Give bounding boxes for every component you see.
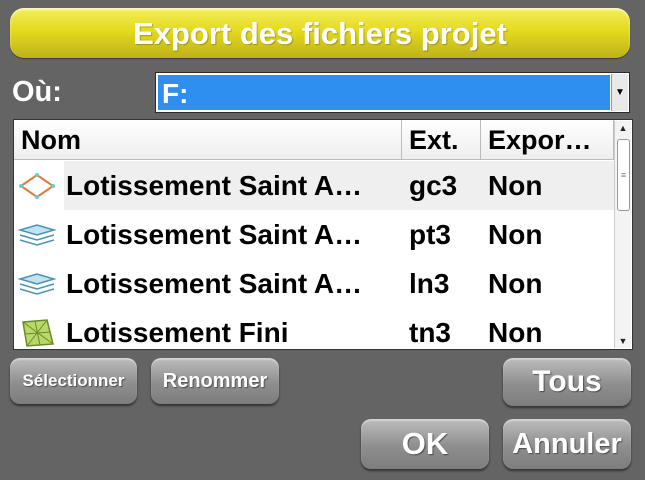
- where-selected-value: F:: [158, 75, 610, 110]
- file-list[interactable]: Nom Ext. Expor… Lotissement Saint A… gc3…: [13, 119, 633, 350]
- file-extension: ln3: [409, 268, 450, 299]
- column-header-export[interactable]: Expor…: [481, 120, 614, 160]
- ok-button[interactable]: OK: [361, 419, 489, 469]
- scroll-up-icon[interactable]: ▲: [615, 121, 631, 135]
- file-extension: pt3: [409, 219, 451, 250]
- select-button[interactable]: Sélectionner: [10, 358, 137, 404]
- list-row[interactable]: Lotissement Saint A… pt3 Non: [14, 210, 614, 259]
- file-export-status: Non: [488, 317, 543, 348]
- diamond-outline-icon: [19, 173, 55, 199]
- file-extension: tn3: [409, 317, 451, 348]
- where-label: Où:: [12, 76, 62, 108]
- column-header-ext[interactable]: Ext.: [402, 120, 481, 160]
- rename-button[interactable]: Renommer: [151, 358, 279, 404]
- list-row[interactable]: Lotissement Saint A… ln3 Non: [14, 259, 614, 308]
- where-dropdown[interactable]: F: ▼: [155, 72, 630, 113]
- file-export-status: Non: [481, 161, 614, 210]
- file-name: Lotissement Saint A…: [64, 161, 402, 210]
- terrain-mesh-icon: [22, 319, 54, 347]
- list-header: Nom Ext. Expor…: [14, 120, 614, 160]
- file-name: Lotissement Saint A…: [66, 268, 363, 299]
- layers-icon: [17, 273, 57, 295]
- file-export-status: Non: [488, 219, 543, 250]
- scroll-down-icon[interactable]: ▼: [615, 334, 631, 348]
- layers-icon: [17, 224, 57, 246]
- file-export-status: Non: [488, 268, 543, 299]
- column-header-name[interactable]: Nom: [14, 120, 402, 160]
- scroll-thumb[interactable]: ≡: [617, 139, 630, 211]
- list-row[interactable]: Lotissement Fini tn3 Non: [14, 308, 614, 349]
- file-name: Lotissement Saint A…: [66, 219, 363, 250]
- dropdown-arrow-icon[interactable]: ▼: [611, 74, 628, 111]
- file-name: Lotissement Fini: [66, 317, 289, 348]
- dialog-title: Export des fichiers projet: [10, 8, 630, 58]
- list-row[interactable]: Lotissement Saint A… gc3 Non: [14, 161, 614, 210]
- cancel-button[interactable]: Annuler: [503, 419, 631, 469]
- select-all-button[interactable]: Tous: [503, 358, 631, 406]
- list-scrollbar[interactable]: ▲ ≡ ▼: [614, 121, 631, 348]
- file-extension: gc3: [402, 161, 481, 210]
